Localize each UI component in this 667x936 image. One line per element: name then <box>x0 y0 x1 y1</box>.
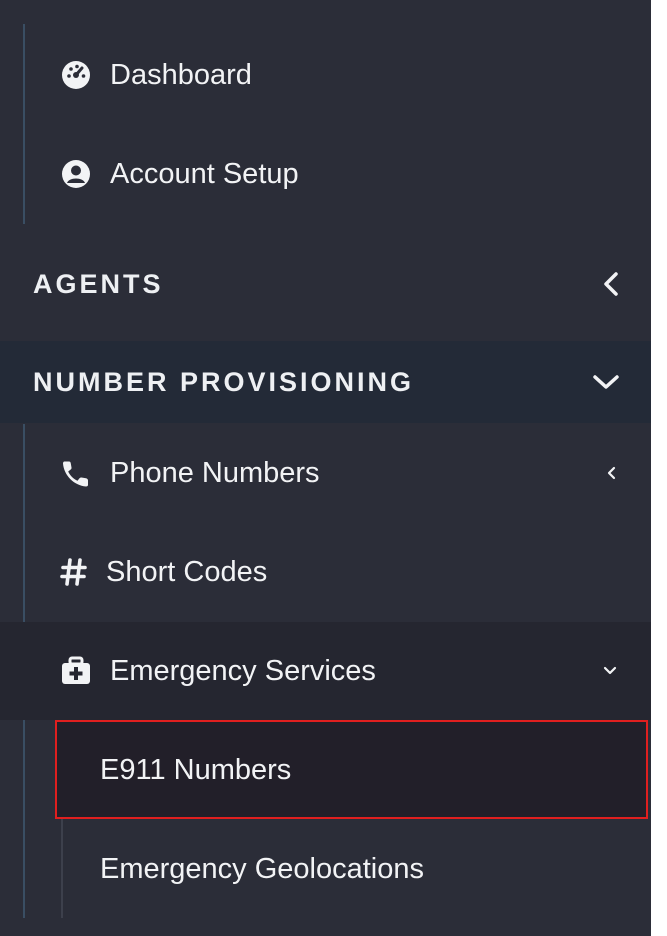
sidebar-item-account-setup[interactable]: Account Setup <box>0 124 651 224</box>
sidebar-item-dashboard[interactable]: Dashboard <box>0 26 651 124</box>
sidebar-item-label: Phone Numbers <box>110 456 320 489</box>
section-agents[interactable]: AGENTS <box>0 234 651 334</box>
sidebar-item-emergency-geolocations[interactable]: Emergency Geolocations <box>0 820 651 918</box>
sidebar-item-label: Dashboard <box>110 58 252 91</box>
sidebar: Dashboard Account Setup AGENTS NUMBER PR… <box>0 0 651 936</box>
chevron-down-icon <box>601 665 619 677</box>
sidebar-item-short-codes[interactable]: Short Codes <box>0 522 651 622</box>
user-circle-icon <box>60 158 92 190</box>
sidebar-item-emergency-services[interactable]: Emergency Services <box>0 622 651 720</box>
content-edge <box>651 0 667 936</box>
sidebar-item-label: Short Codes <box>106 555 268 588</box>
medkit-icon <box>60 655 92 687</box>
chevron-left-icon <box>605 464 617 482</box>
section-number-provisioning[interactable]: NUMBER PROVISIONING <box>0 341 651 423</box>
sidebar-item-label: Emergency Services <box>110 654 376 687</box>
sidebar-item-phone-numbers[interactable]: Phone Numbers <box>0 424 651 522</box>
phone-icon <box>60 457 92 489</box>
selection-highlight-box <box>55 720 648 819</box>
section-title: NUMBER PROVISIONING <box>33 366 415 397</box>
sidebar-item-label: Emergency Geolocations <box>100 852 424 885</box>
sidebar-item-label: Account Setup <box>110 157 299 190</box>
hashtag-icon <box>60 556 88 588</box>
section-title: AGENTS <box>33 268 164 299</box>
chevron-left-icon <box>601 269 621 299</box>
chevron-down-icon <box>591 372 621 392</box>
tachometer-icon <box>60 59 92 91</box>
